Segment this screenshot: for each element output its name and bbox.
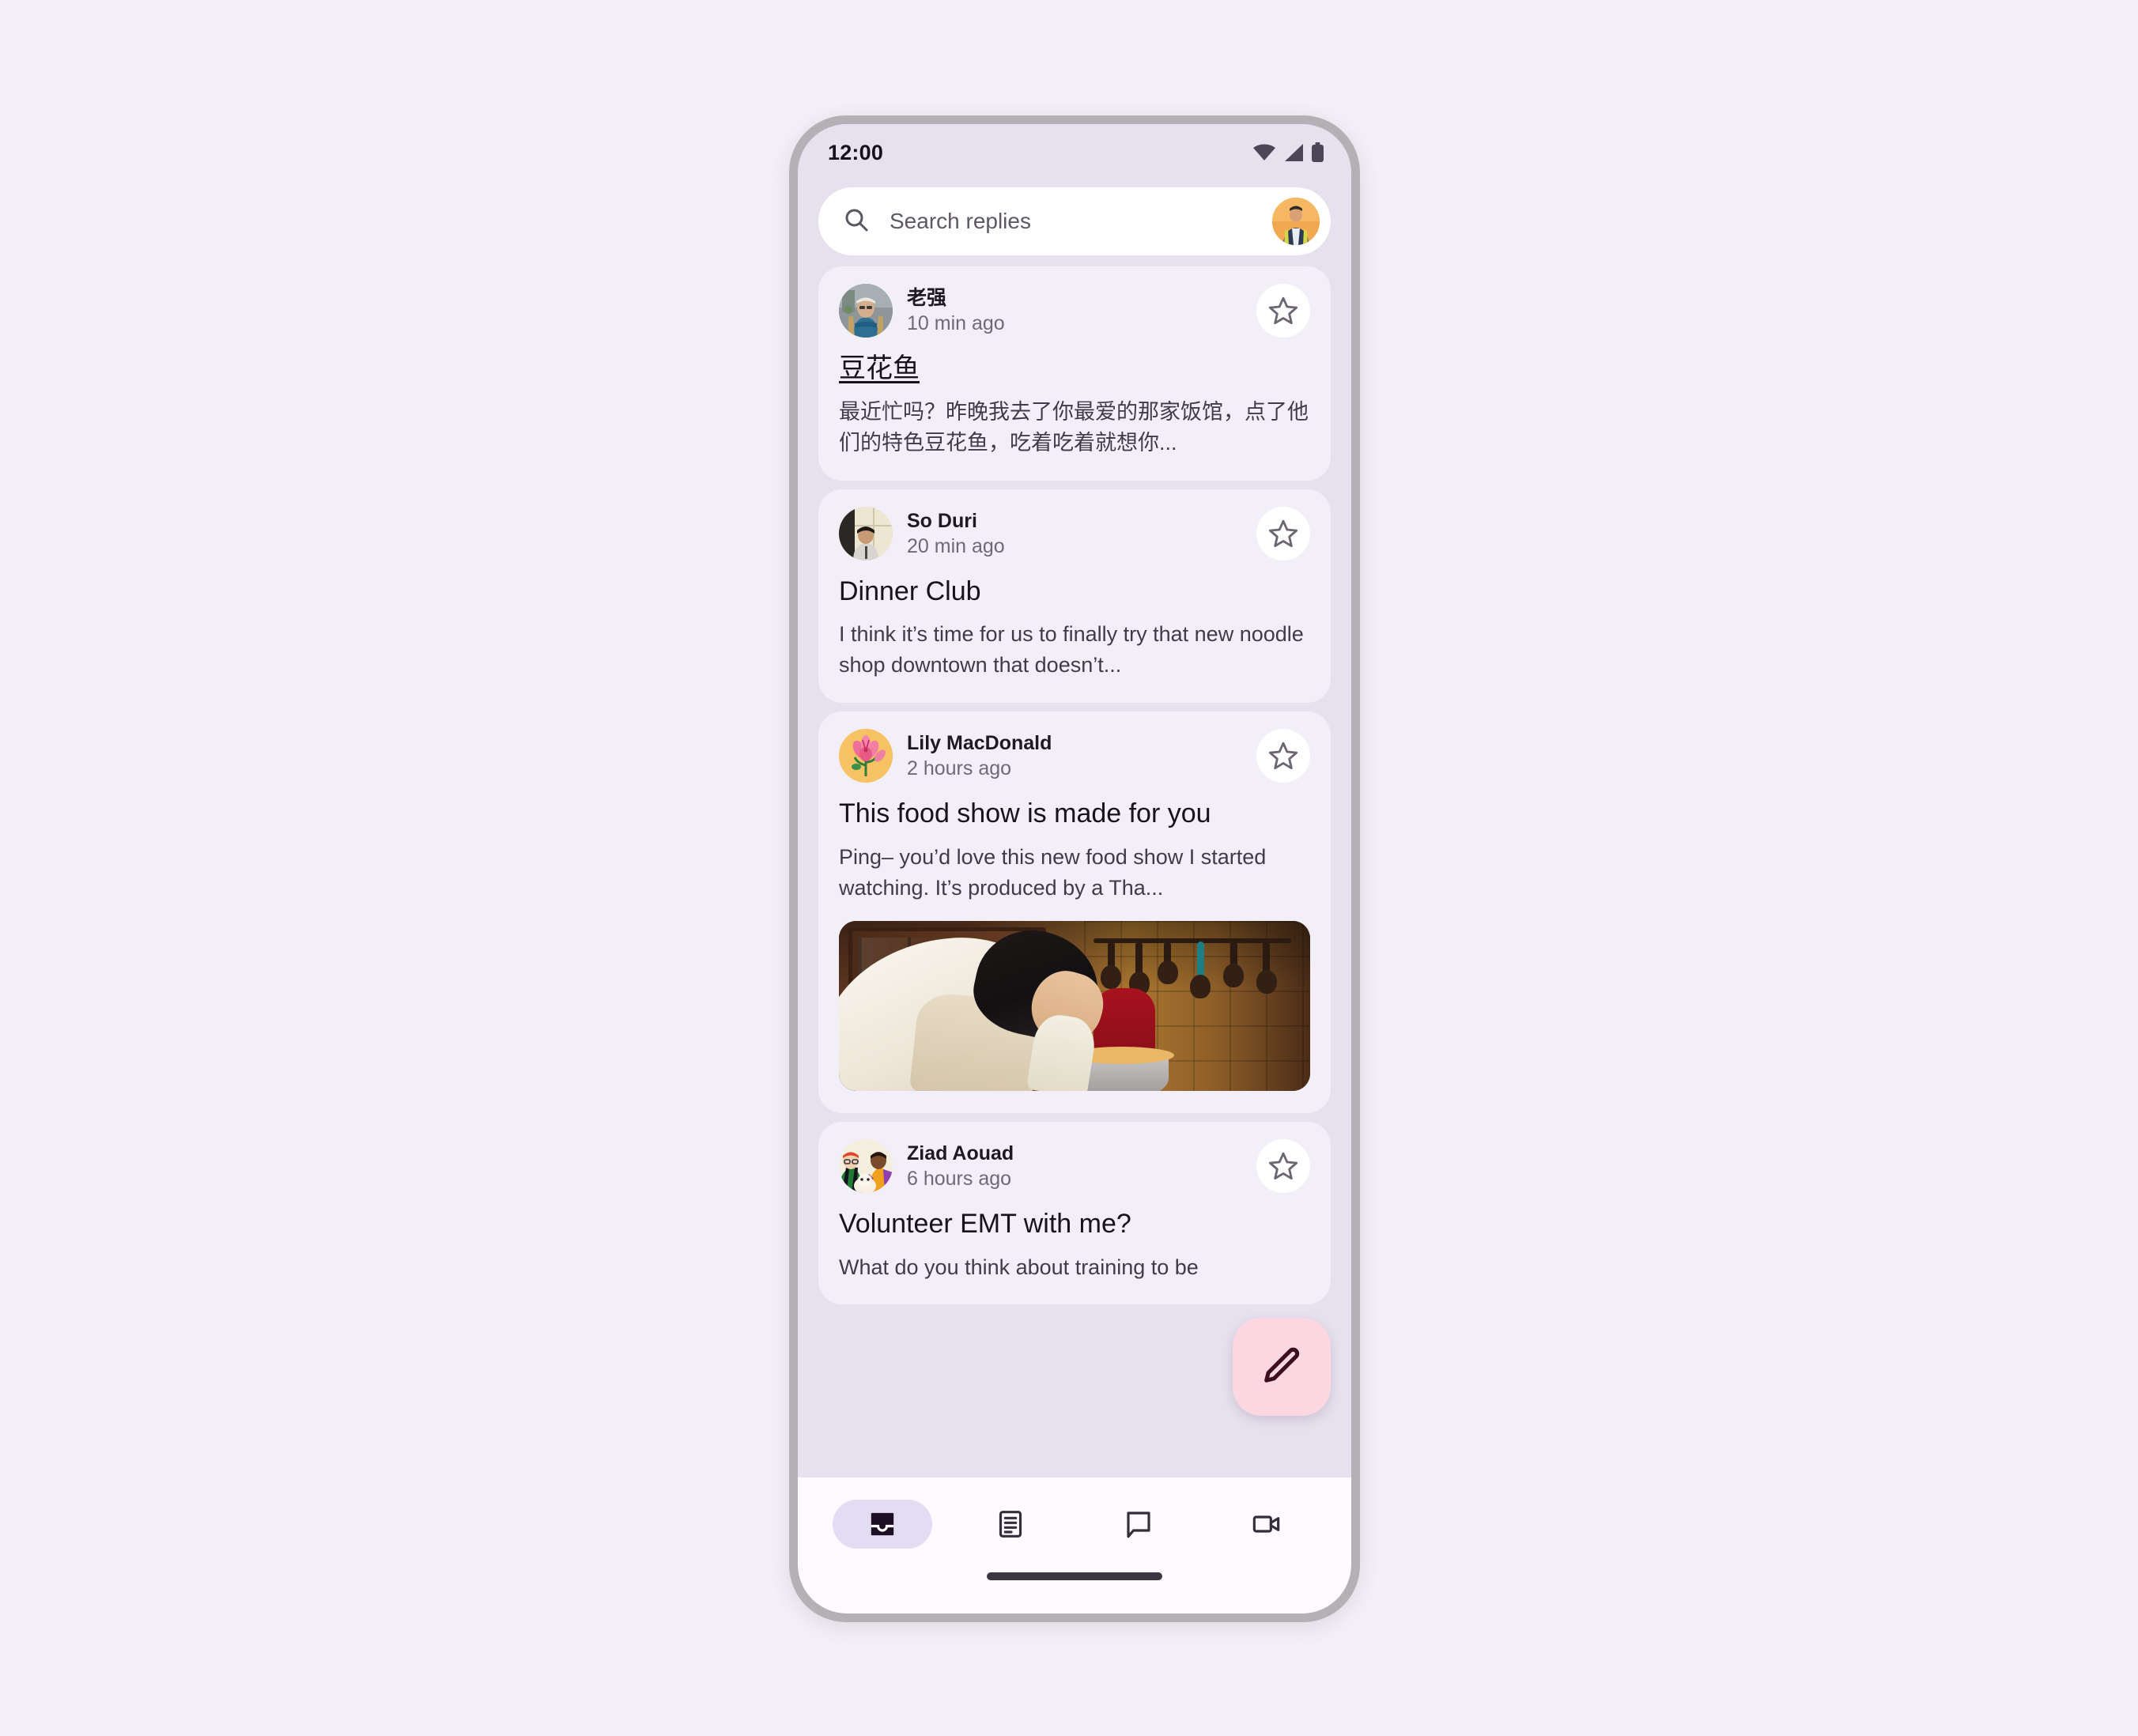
status-bar-clock: 12:00 [828, 140, 884, 164]
sender-avatar [839, 284, 893, 338]
utensil-icon [1230, 941, 1237, 983]
star-button[interactable] [1256, 729, 1310, 783]
video-camera-icon [1251, 1508, 1282, 1540]
battery-icon [1311, 142, 1324, 163]
screenshot-stage: 12:00 Search replies 老强 10 min ago 豆花鱼 最… [0, 0, 2138, 1736]
message-preview: I think it’s time for us to finally try … [839, 622, 1304, 677]
message-subject: Dinner Club [839, 576, 981, 606]
status-bar: 12:00 [798, 124, 1351, 181]
account-avatar[interactable] [1272, 198, 1320, 245]
sender-name: 老强 [907, 287, 947, 309]
star-button[interactable] [1256, 284, 1310, 338]
utensil-icon [1135, 941, 1143, 991]
phone-screen: 12:00 Search replies 老强 10 min ago 豆花鱼 最… [798, 124, 1351, 1613]
message-list[interactable]: 老强 10 min ago 豆花鱼 最近忙吗？昨晚我去了你最爱的那家饭馆，点了他… [798, 266, 1351, 1477]
message-time: 20 min ago [907, 534, 1005, 557]
nav-item-chat[interactable] [1089, 1500, 1188, 1549]
utensil-icon [1107, 941, 1115, 984]
phone-frame: 12:00 Search replies 老强 10 min ago 豆花鱼 最… [789, 115, 1360, 1622]
sender-avatar [839, 1138, 893, 1193]
message-time: 6 hours ago [907, 1167, 1012, 1190]
message-attachment-image[interactable] [839, 920, 1310, 1091]
sender-name: Lily MacDonald [907, 732, 1052, 755]
sender-avatar [839, 729, 893, 783]
sender-name: Ziad Aouad [907, 1142, 1014, 1164]
message-card-header: Lily MacDonald 2 hours ago [839, 729, 1310, 783]
utensil-icon [1164, 941, 1172, 979]
message-preview: What do you think about training to be [839, 1255, 1199, 1279]
message-card[interactable]: 老强 10 min ago 豆花鱼 最近忙吗？昨晚我去了你最爱的那家饭馆，点了他… [818, 266, 1331, 481]
message-card[interactable]: Ziad Aouad 6 hours ago Volunteer EMT wit… [818, 1121, 1331, 1305]
status-bar-icons [1252, 142, 1324, 163]
inbox-icon [867, 1508, 898, 1540]
message-time: 10 min ago [907, 312, 1005, 334]
message-subject: Volunteer EMT with me? [839, 1208, 1131, 1239]
message-card-header: So Duri 20 min ago [839, 506, 1310, 560]
nav-item-articles[interactable] [961, 1500, 1060, 1549]
sender-info: 老强 10 min ago [907, 285, 1242, 336]
search-input[interactable]: Search replies [890, 210, 1253, 232]
chat-bubble-icon [1123, 1508, 1154, 1540]
message-time: 2 hours ago [907, 757, 1012, 780]
bottom-nav-items [798, 1477, 1351, 1571]
message-card[interactable]: So Duri 20 min ago Dinner Club I think i… [818, 489, 1331, 704]
search-icon [842, 206, 871, 238]
utensil-rail [1093, 938, 1292, 943]
sender-info: So Duri 20 min ago [907, 508, 1242, 559]
message-card-header: 老强 10 min ago [839, 284, 1310, 338]
bottom-navigation-bar [798, 1477, 1351, 1613]
article-icon [995, 1508, 1026, 1540]
star-button[interactable] [1256, 506, 1310, 560]
search-bar[interactable]: Search replies [818, 187, 1331, 255]
sender-info: Lily MacDonald 2 hours ago [907, 730, 1242, 781]
message-preview: 最近忙吗？昨晚我去了你最爱的那家饭馆，点了他们的特色豆花鱼，吃着吃着就想你... [839, 399, 1309, 455]
message-subject: 豆花鱼 [839, 353, 920, 383]
nav-item-inbox[interactable] [833, 1500, 932, 1549]
nav-item-video[interactable] [1217, 1500, 1316, 1549]
message-card[interactable]: Lily MacDonald 2 hours ago This food sho… [818, 711, 1331, 1113]
sender-avatar [839, 506, 893, 560]
cellular-signal-icon [1283, 143, 1304, 162]
message-preview: Ping– you’d love this new food show I st… [839, 844, 1267, 900]
sender-info: Ziad Aouad 6 hours ago [907, 1141, 1242, 1191]
message-card-header: Ziad Aouad 6 hours ago [839, 1138, 1310, 1193]
utensil-icon [1196, 941, 1204, 994]
message-subject: This food show is made for you [839, 798, 1211, 829]
wifi-icon [1252, 143, 1276, 162]
home-indicator [987, 1572, 1162, 1580]
star-button[interactable] [1256, 1138, 1310, 1193]
utensil-icon [1263, 941, 1271, 989]
sender-name: So Duri [907, 509, 977, 532]
compose-fab[interactable] [1233, 1318, 1331, 1416]
